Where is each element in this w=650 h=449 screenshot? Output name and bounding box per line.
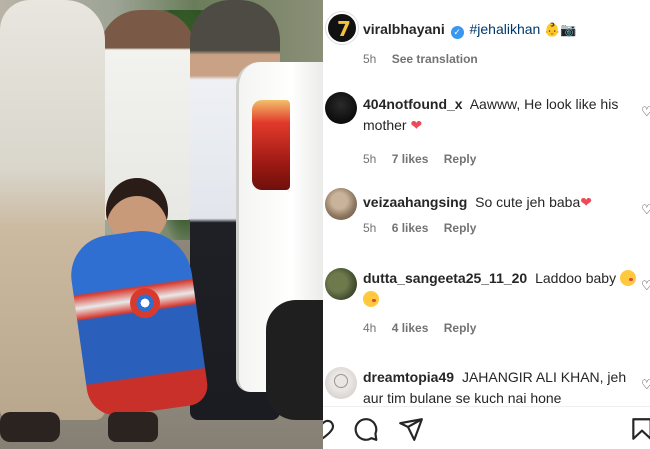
comment-text: Laddoo baby: [535, 270, 617, 286]
comment-username[interactable]: 404notfound_x: [363, 96, 463, 112]
comment-time: 5h: [363, 221, 377, 235]
caption-hashtag[interactable]: #jehalikhan: [469, 21, 540, 37]
comments-pane: 7 viralbhayani ✓ #jehalikhan 👶📷 5h See t…: [323, 0, 650, 449]
commenter-avatar[interactable]: [325, 188, 357, 220]
caption-emojis: 👶📷: [544, 23, 577, 38]
heart-icon[interactable]: [323, 416, 335, 442]
comment-item: dutta_sangeeta25_11_20 Laddoo baby 😘😘 4h…: [363, 268, 650, 335]
post-action-bar: [323, 406, 650, 449]
photo-toy: [66, 224, 210, 420]
commenter-avatar[interactable]: [325, 92, 357, 124]
red-heart-emoji: ❤: [410, 118, 423, 134]
comment-likes[interactable]: 4 likes: [392, 321, 429, 335]
comment-time: 4h: [363, 321, 377, 335]
photo-shoe: [0, 412, 60, 442]
comment-username[interactable]: dreamtopia49: [363, 369, 454, 385]
reply-button[interactable]: Reply: [444, 321, 477, 335]
photo-car-tyre: [266, 300, 323, 420]
post-photo[interactable]: [0, 0, 323, 449]
default-avatar-icon: [334, 374, 348, 388]
post-caption: viralbhayani ✓ #jehalikhan 👶📷 5h See tra…: [363, 20, 643, 66]
comment-icon[interactable]: [353, 416, 379, 442]
like-comment-heart-icon[interactable]: ♡: [641, 379, 650, 393]
photo-child-shoe: [108, 412, 158, 442]
comment-likes[interactable]: 7 likes: [392, 152, 429, 166]
comment-item: veizaahangsing So cute jeh baba❤ 5h 6 li…: [363, 192, 650, 235]
verified-badge-icon: ✓: [450, 26, 464, 39]
reply-button[interactable]: Reply: [444, 221, 477, 235]
avatar-logo-icon: 7: [337, 17, 351, 41]
comment-time: 5h: [363, 152, 377, 166]
comment-item: 404notfound_x Aawww, He look like his mo…: [363, 94, 650, 166]
photo-car-tail-light: [252, 100, 290, 190]
share-icon[interactable]: [398, 416, 424, 442]
poster-username[interactable]: viralbhayani: [363, 21, 445, 37]
photo-toy-shield: [130, 288, 160, 318]
comment-username[interactable]: veizaahangsing: [363, 194, 467, 210]
bookmark-icon[interactable]: [629, 416, 650, 442]
like-comment-heart-icon[interactable]: ♡: [641, 106, 650, 120]
comment-text: So cute jeh baba: [475, 194, 581, 210]
post-time: 5h: [363, 52, 377, 66]
red-heart-emoji: ❤: [580, 195, 592, 211]
like-comment-heart-icon[interactable]: ♡: [641, 280, 650, 294]
poster-avatar[interactable]: 7: [326, 12, 358, 44]
see-translation-link[interactable]: See translation: [392, 52, 478, 66]
reply-button[interactable]: Reply: [444, 152, 477, 166]
comment-username[interactable]: dutta_sangeeta25_11_20: [363, 270, 527, 286]
like-comment-heart-icon[interactable]: ♡: [641, 204, 650, 218]
commenter-avatar[interactable]: [325, 367, 357, 399]
commenter-avatar[interactable]: [325, 268, 357, 300]
kiss-emoji-icon: [619, 270, 636, 286]
comment-likes[interactable]: 6 likes: [392, 221, 429, 235]
comment-item: dreamtopia49 JAHANGIR ALI KHAN, jeh aur …: [363, 367, 650, 409]
kiss-emoji-icon: [363, 291, 379, 307]
